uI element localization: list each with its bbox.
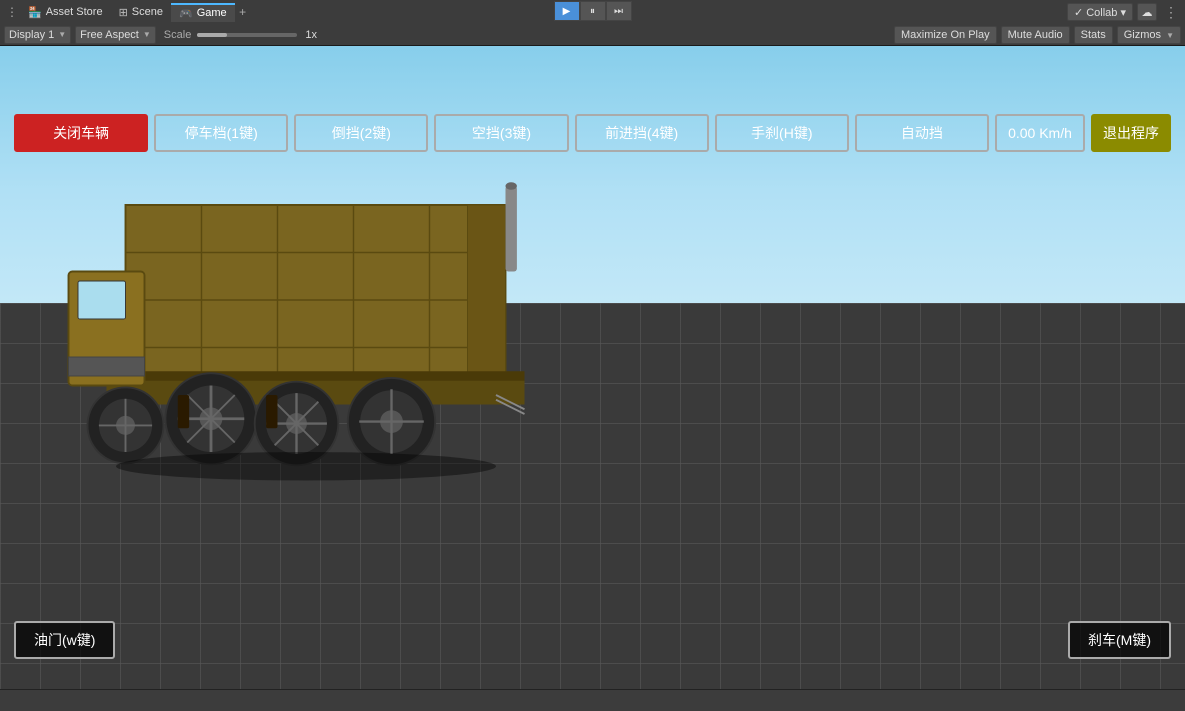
tab-game[interactable]: 🎮 Game bbox=[171, 3, 235, 22]
truck-model bbox=[47, 129, 527, 509]
display-select[interactable]: Display 1 ▼ bbox=[4, 26, 71, 44]
game-viewport: 关闭车辆 停车档(1键) 倒挡(2键) 空挡(3键) 前进挡(4键) 手刹(H键… bbox=[0, 46, 1185, 689]
mute-audio-button[interactable]: Mute Audio bbox=[1001, 26, 1070, 44]
play-button[interactable]: ▶ bbox=[554, 1, 580, 21]
stats-button[interactable]: Stats bbox=[1074, 26, 1113, 44]
sidebar-toggle-button[interactable]: ⋮ bbox=[4, 1, 20, 23]
step-button[interactable]: ⏭ bbox=[606, 1, 632, 21]
auto-gear-button[interactable]: 自动挡 bbox=[855, 114, 989, 152]
scene-icon: ⊞ bbox=[119, 6, 128, 19]
play-icon: ▶ bbox=[563, 6, 571, 17]
cloud-button[interactable]: ☁ bbox=[1137, 3, 1157, 21]
handbrake-button[interactable]: 手刹(H键) bbox=[715, 114, 849, 152]
game-icon: 🎮 bbox=[179, 7, 193, 20]
bottom-buttons: 油门(w键) 刹车(M键) bbox=[14, 621, 1171, 659]
cloud-icon: ☁ bbox=[1142, 6, 1153, 19]
drive-gear-button[interactable]: 前进挡(4键) bbox=[575, 114, 709, 152]
brake-button[interactable]: 刹车(M键) bbox=[1068, 621, 1171, 659]
scale-value: 1x bbox=[305, 29, 317, 41]
status-bar bbox=[0, 689, 1185, 711]
neutral-gear-button[interactable]: 空挡(3键) bbox=[434, 114, 568, 152]
game-buttons-row: 关闭车辆 停车档(1键) 倒挡(2键) 空挡(3键) 前进挡(4键) 手刹(H键… bbox=[14, 114, 1171, 152]
accelerate-button[interactable]: 油门(w键) bbox=[14, 621, 115, 659]
add-tab-button[interactable]: + bbox=[235, 1, 251, 23]
tab-scene[interactable]: ⊞ Scene bbox=[111, 4, 171, 21]
chevron-down-icon-2: ▼ bbox=[143, 30, 151, 39]
exit-program-button[interactable]: 退出程序 bbox=[1091, 114, 1171, 152]
gizmos-button[interactable]: Gizmos ▼ bbox=[1117, 26, 1181, 44]
chevron-down-icon: ▼ bbox=[58, 30, 66, 39]
collab-button[interactable]: ✓ Collab ▾ bbox=[1067, 3, 1133, 21]
aspect-select[interactable]: Free Aspect ▼ bbox=[75, 26, 156, 44]
more-options-button[interactable]: ⋮ bbox=[1161, 3, 1181, 21]
pause-icon: ⏸ bbox=[590, 6, 595, 17]
scale-label: Scale bbox=[164, 29, 192, 41]
gizmos-chevron-icon: ▼ bbox=[1166, 31, 1174, 40]
close-vehicle-button[interactable]: 关闭车辆 bbox=[14, 114, 148, 152]
scale-slider[interactable] bbox=[197, 33, 297, 37]
reverse-gear-button[interactable]: 倒挡(2键) bbox=[294, 114, 428, 152]
tab-asset-store[interactable]: 🏪 Asset Store bbox=[20, 4, 111, 21]
park-gear-button[interactable]: 停车档(1键) bbox=[154, 114, 288, 152]
pause-button[interactable]: ⏸ bbox=[580, 1, 606, 21]
asset-store-icon: 🏪 bbox=[28, 6, 42, 19]
maximize-on-play-button[interactable]: Maximize On Play bbox=[894, 26, 997, 44]
step-icon: ⏭ bbox=[614, 6, 623, 17]
speed-display: 0.00 Km/h bbox=[995, 114, 1085, 152]
